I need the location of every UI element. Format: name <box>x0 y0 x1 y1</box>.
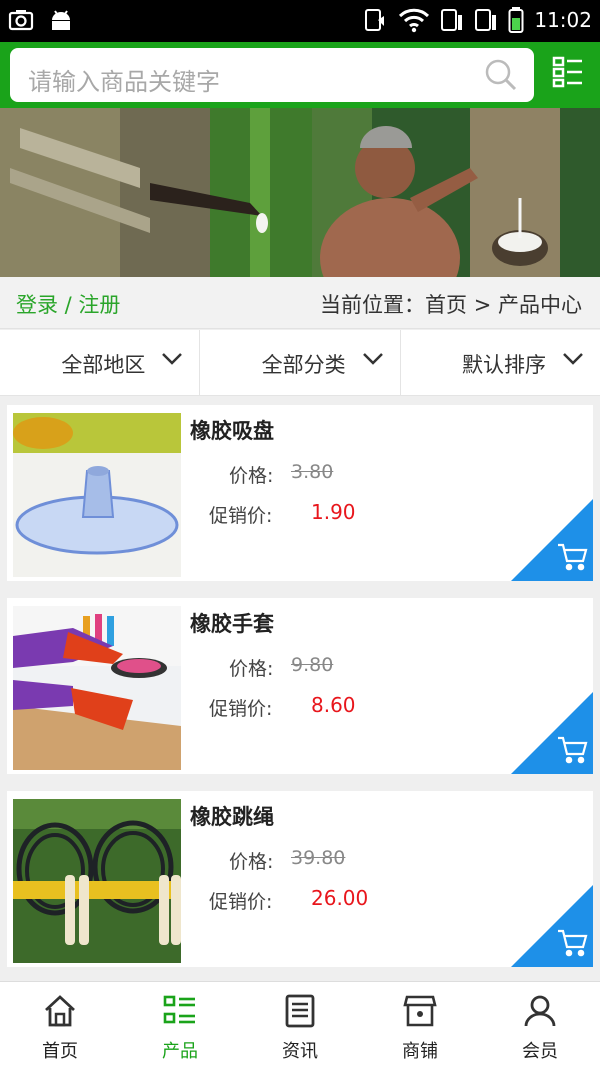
clock: 11:02 <box>534 8 592 32</box>
chevron-down-icon <box>563 353 583 365</box>
add-to-cart-button[interactable] <box>511 692 593 774</box>
filter-label: 全部分类 <box>261 353 346 377</box>
sim1-signal-icon <box>441 9 463 31</box>
original-price: 3.80 <box>291 461 334 483</box>
add-to-cart-button[interactable] <box>511 885 593 967</box>
tab-label: 会员 <box>522 1041 558 1062</box>
user-icon <box>524 995 556 1027</box>
breadcrumb: 登录 / 注册 当前位置：首页 > 产品中心 <box>0 277 600 329</box>
tab-store[interactable]: 商铺 <box>360 982 480 1067</box>
filter-bar: 全部地区 全部分类 默认排序 <box>0 330 600 396</box>
promo-price: 1.90 <box>311 500 356 524</box>
tab-news[interactable]: 资讯 <box>240 982 360 1067</box>
product-name[interactable]: 橡胶手套 <box>190 608 274 638</box>
product-card[interactable]: 橡胶手套 价格: 9.80 促销价: 8.60 <box>7 598 593 774</box>
original-price: 9.80 <box>291 654 334 676</box>
price-label: 价格: <box>229 465 274 487</box>
wifi-icon <box>399 8 430 33</box>
product-image[interactable] <box>13 413 181 577</box>
promo-price: 8.60 <box>311 693 356 717</box>
product-grid-icon <box>163 995 195 1024</box>
location-path[interactable]: 首页 > 产品中心 <box>425 293 582 317</box>
product-image[interactable] <box>13 606 181 770</box>
filter-label: 默认排序 <box>461 353 546 377</box>
tab-member[interactable]: 会员 <box>480 982 600 1067</box>
notification-icon <box>365 9 385 31</box>
original-price: 39.80 <box>291 847 346 869</box>
product-image[interactable] <box>13 799 181 963</box>
rubber-tapping-photo <box>0 108 600 277</box>
android-icon <box>52 10 70 30</box>
search-box[interactable]: 请输入商品关键字 <box>10 48 534 102</box>
product-name[interactable]: 橡胶吸盘 <box>190 415 274 445</box>
status-bar: 11:02 <box>0 0 600 42</box>
sim2-signal-icon <box>475 9 497 31</box>
category-menu-icon[interactable] <box>552 56 584 88</box>
promo-price: 26.00 <box>311 886 369 910</box>
login-register-link[interactable]: 登录 / 注册 <box>16 289 120 319</box>
filter-label: 全部地区 <box>61 353 146 377</box>
add-to-cart-button[interactable] <box>511 499 593 581</box>
location-prefix: 当前位置： <box>320 293 426 317</box>
search-icon[interactable] <box>484 58 518 92</box>
battery-icon <box>508 7 524 33</box>
product-card[interactable]: 橡胶吸盘 价格: 3.80 促销价: 1.90 <box>7 405 593 581</box>
bottom-tab-bar: 首页 产品 资讯 商铺 会员 <box>0 981 600 1067</box>
tab-label: 资讯 <box>282 1041 318 1062</box>
price-label: 价格: <box>229 851 274 873</box>
tab-label: 产品 <box>162 1041 198 1062</box>
app-header: 请输入商品关键字 <box>0 42 600 108</box>
promo-label: 促销价: <box>209 698 273 720</box>
screenshot-icon <box>8 10 34 31</box>
promo-label: 促销价: <box>209 505 273 527</box>
tab-products[interactable]: 产品 <box>120 982 240 1067</box>
chevron-down-icon <box>162 353 183 365</box>
search-input[interactable]: 请输入商品关键字 <box>28 62 220 97</box>
product-name[interactable]: 橡胶跳绳 <box>190 801 274 831</box>
home-icon <box>45 995 75 1027</box>
tab-home[interactable]: 首页 <box>0 982 120 1067</box>
tab-label: 首页 <box>42 1041 78 1062</box>
chevron-down-icon <box>362 353 383 365</box>
news-icon <box>285 994 315 1028</box>
product-card[interactable]: 橡胶跳绳 价格: 39.80 促销价: 26.00 <box>7 791 593 967</box>
price-label: 价格: <box>229 658 274 680</box>
tab-label: 商铺 <box>402 1041 438 1062</box>
filter-sort[interactable]: 默认排序 <box>401 330 600 395</box>
current-location: 当前位置：首页 > 产品中心 <box>320 289 582 319</box>
banner-image[interactable] <box>0 108 600 277</box>
filter-region[interactable]: 全部地区 <box>0 330 201 395</box>
promo-label: 促销价: <box>209 891 273 913</box>
filter-category[interactable]: 全部分类 <box>200 330 401 395</box>
store-icon <box>403 995 437 1027</box>
